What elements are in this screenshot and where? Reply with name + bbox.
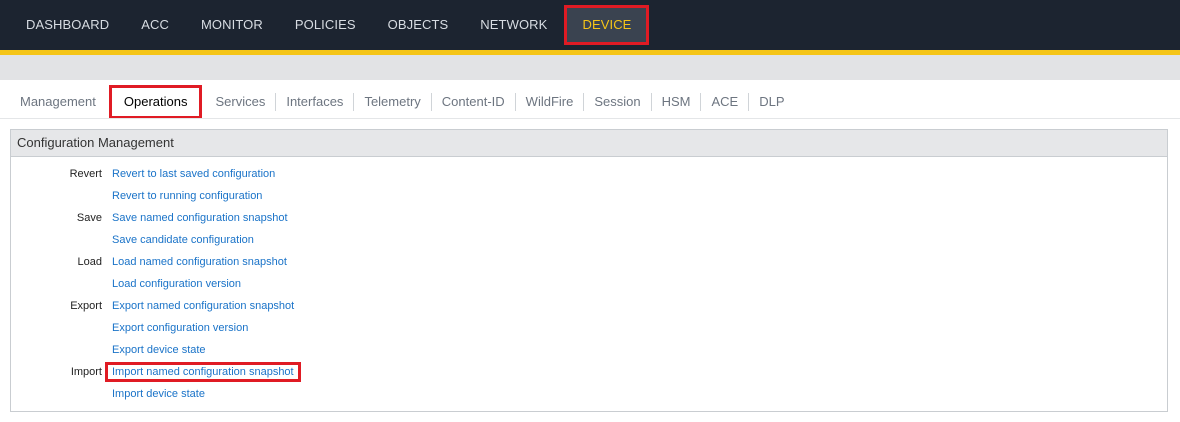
tab-wildfire[interactable]: WildFire: [514, 93, 584, 111]
tab-interfaces[interactable]: Interfaces: [275, 93, 353, 111]
revert-running-link[interactable]: Revert to running configuration: [112, 190, 262, 202]
panel-title: Configuration Management: [11, 130, 1167, 157]
config-row: Revert Revert to last saved configuratio…: [11, 163, 1167, 185]
nav-device[interactable]: DEVICE: [564, 5, 650, 45]
row-label-import: Import: [70, 366, 102, 378]
config-row: Load Load named configuration snapshot: [11, 251, 1167, 273]
config-row: Export Export named configuration snapsh…: [11, 295, 1167, 317]
import-named-snapshot-link[interactable]: Import named configuration snapshot: [105, 362, 301, 382]
import-device-state-link[interactable]: Import device state: [112, 388, 205, 400]
sub-tabs-divider: [0, 118, 1180, 119]
toolbar-band: [0, 55, 1180, 80]
config-row: Save Save named configuration snapshot: [11, 207, 1167, 229]
load-named-snapshot-link[interactable]: Load named configuration snapshot: [112, 256, 287, 268]
config-row: Export configuration version: [11, 317, 1167, 339]
configuration-management-panel: Configuration Management Revert Revert t…: [10, 129, 1168, 412]
save-candidate-link[interactable]: Save candidate configuration: [112, 234, 254, 246]
tab-telemetry[interactable]: Telemetry: [353, 93, 430, 111]
config-row: Save candidate configuration: [11, 229, 1167, 251]
tab-services[interactable]: Services: [205, 93, 275, 111]
row-label-revert: Revert: [69, 168, 102, 180]
config-row: Import Import named configuration snapsh…: [11, 361, 1167, 383]
nav-dashboard[interactable]: DASHBOARD: [10, 8, 125, 42]
nav-policies[interactable]: POLICIES: [279, 8, 372, 42]
tab-operations[interactable]: Operations: [108, 85, 203, 119]
tab-dlp[interactable]: DLP: [748, 93, 794, 111]
nav-objects[interactable]: OBJECTS: [372, 8, 465, 42]
top-nav-bar: DASHBOARD ACC MONITOR POLICIES OBJECTS N…: [0, 0, 1180, 50]
tab-hsm[interactable]: HSM: [650, 93, 701, 111]
config-row: Revert to running configuration: [11, 185, 1167, 207]
tab-session[interactable]: Session: [583, 93, 650, 111]
config-row: Export device state: [11, 339, 1167, 361]
nav-network[interactable]: NETWORK: [464, 8, 563, 42]
row-label-load: Load: [77, 256, 102, 268]
row-label-save: Save: [76, 212, 102, 224]
export-device-state-link[interactable]: Export device state: [112, 344, 206, 356]
export-config-version-link[interactable]: Export configuration version: [112, 322, 248, 334]
load-config-version-link[interactable]: Load configuration version: [112, 278, 241, 290]
revert-last-saved-link[interactable]: Revert to last saved configuration: [112, 168, 275, 180]
tab-content-id[interactable]: Content-ID: [430, 93, 515, 111]
tab-management[interactable]: Management: [10, 93, 106, 111]
row-label-export: Export: [70, 300, 102, 312]
top-nav: DASHBOARD ACC MONITOR POLICIES OBJECTS N…: [10, 0, 650, 50]
tab-ace[interactable]: ACE: [700, 93, 748, 111]
config-actions-list: Revert Revert to last saved configuratio…: [11, 163, 1167, 405]
export-named-snapshot-link[interactable]: Export named configuration snapshot: [112, 300, 294, 312]
save-named-snapshot-link[interactable]: Save named configuration snapshot: [112, 212, 288, 224]
nav-monitor[interactable]: MONITOR: [185, 8, 279, 42]
sub-tabs: Management Operations Services Interface…: [10, 85, 795, 119]
config-row: Import device state: [11, 383, 1167, 405]
config-row: Load configuration version: [11, 273, 1167, 295]
nav-acc[interactable]: ACC: [125, 8, 185, 42]
